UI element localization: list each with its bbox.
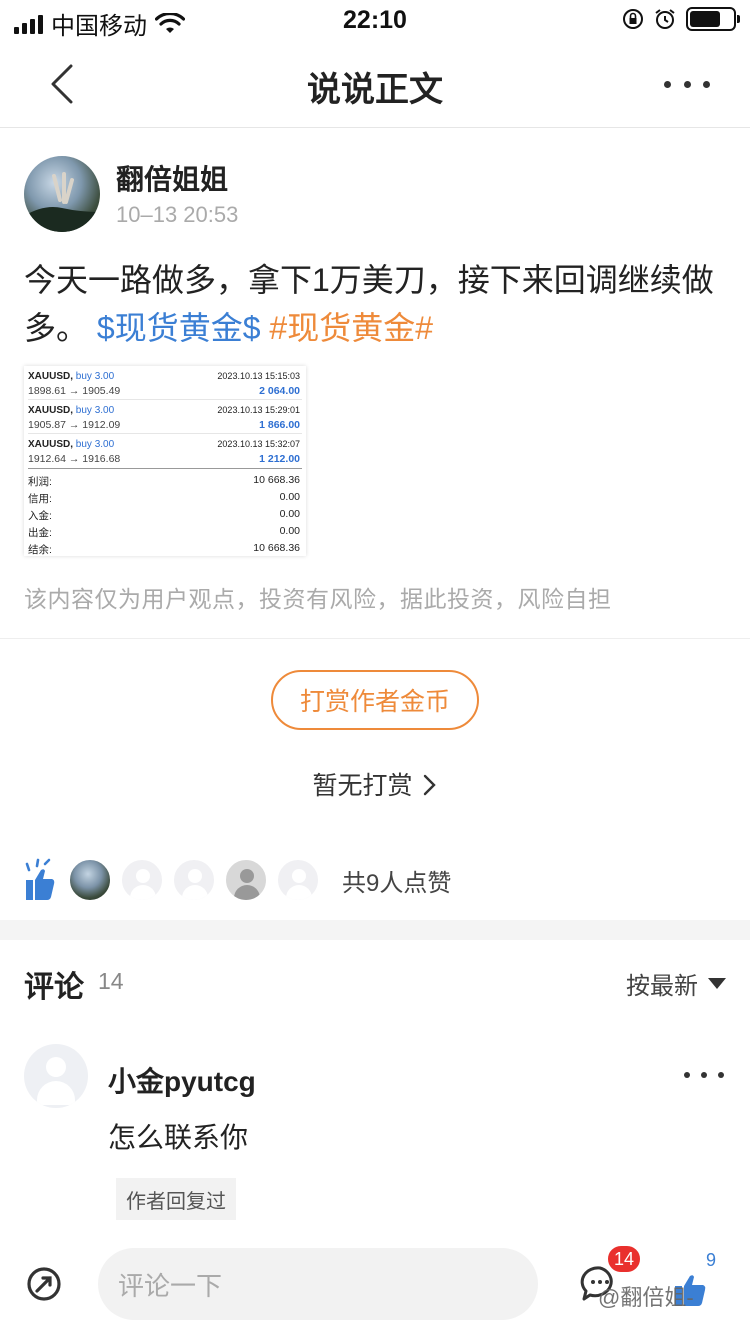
trade-prices: 1898.61 → 1905.49: [28, 385, 121, 397]
trade-summary: 利润: 10 668.36 信用: 0.00 入金: 0.00 出金: 0.00 结余:…: [28, 468, 302, 556]
summary-row: 入金: 0.00: [28, 505, 302, 522]
tip-status-link[interactable]: 暂无打赏: [0, 766, 750, 802]
post-time: 10–13 20:53: [116, 202, 239, 227]
stock-tag[interactable]: $现货黄金$: [97, 310, 261, 346]
divider: [0, 638, 750, 639]
trade-side: buy 3.00: [75, 439, 115, 450]
author-replied-badge[interactable]: 作者回复过: [116, 1178, 236, 1220]
summary-row: 结余: 10 668.36: [28, 539, 302, 556]
sort-label: 按最新: [626, 973, 698, 1000]
liker-avatar[interactable]: [68, 858, 112, 902]
comment-count-badge: 14: [606, 1244, 643, 1274]
topic-tag[interactable]: #现货黄金#: [269, 310, 433, 346]
trade-prices: 1912.64 → 1916.68: [28, 453, 121, 465]
comments-count: 14: [98, 968, 124, 994]
caret-down-icon: [708, 978, 726, 989]
tip-status-label: 暂无打赏: [312, 772, 413, 800]
trade-side: buy 3.00: [75, 405, 115, 416]
summary-value: 10 668.36: [253, 542, 300, 554]
trade-datetime: 2023.10.13 15:29:01: [217, 405, 300, 415]
comment-text: 怎么联系你: [108, 1122, 249, 1153]
trade-row: XAUUSD, buy 3.00 2023.10.13 15:15:03 189…: [28, 366, 302, 400]
trade-symbol: XAUUSD,: [28, 439, 74, 450]
author-name[interactable]: 翻倍姐姐: [116, 158, 228, 198]
likes-row[interactable]: 共9人点赞: [22, 856, 451, 904]
comment-input-placeholder: 评论一下: [118, 1270, 223, 1301]
commenter-name[interactable]: 小金pyutcg: [108, 1060, 256, 1100]
liker-avatar[interactable]: [120, 858, 164, 902]
commenter-avatar[interactable]: [24, 1044, 88, 1108]
trade-profit: 1 212.00: [259, 453, 300, 465]
summary-label: 信用:: [28, 493, 52, 505]
summary-value: 10 668.36: [253, 474, 300, 486]
watermark: @翻倍姐-: [598, 1285, 694, 1310]
liker-avatar[interactable]: [276, 858, 320, 902]
sort-dropdown[interactable]: 按最新: [626, 966, 726, 1001]
status-right: [622, 7, 740, 31]
chevron-right-icon: [424, 774, 437, 796]
trade-datetime: 2023.10.13 15:15:03: [217, 371, 300, 381]
more-dots-icon: [664, 80, 671, 88]
trade-symbol: XAUUSD,: [28, 405, 74, 416]
trade-profit: 2 064.00: [259, 385, 300, 397]
summary-value: 0.00: [279, 491, 300, 503]
page-title: 说说正文: [307, 71, 443, 109]
comments-title: 评论: [24, 971, 84, 1004]
trade-datetime: 2023.10.13 15:32:07: [217, 439, 300, 449]
section-gap: [0, 920, 750, 940]
tip-author-button[interactable]: 打赏作者金币: [271, 670, 479, 730]
liker-avatar[interactable]: [224, 858, 268, 902]
likes-count: 共9人点赞: [342, 869, 452, 897]
trade-prices: 1905.87 → 1912.09: [28, 419, 121, 431]
summary-value: 0.00: [279, 508, 300, 520]
author-avatar[interactable]: [24, 156, 100, 232]
nav-bar: 说说正文: [0, 40, 750, 128]
thumbs-up-icon: [25, 858, 55, 900]
avatar-photo: [24, 172, 100, 232]
summary-label: 入金:: [28, 510, 52, 522]
risk-disclaimer: 该内容仅为用户观点，投资有风险，据此投资，风险自担: [24, 586, 612, 612]
trade-row: XAUUSD, buy 3.00 2023.10.13 15:29:01 190…: [28, 400, 302, 434]
comment-more-button[interactable]: [684, 1072, 724, 1078]
refresh-icon[interactable]: [24, 1264, 64, 1304]
summary-row: 利润: 10 668.36: [28, 471, 302, 488]
liker-avatar[interactable]: [172, 858, 216, 902]
summary-label: 利润:: [28, 476, 52, 488]
more-button[interactable]: [664, 64, 710, 104]
alarm-icon: [655, 9, 675, 29]
trade-row: XAUUSD, buy 3.00 2023.10.13 15:32:07 191…: [28, 434, 302, 468]
summary-label: 出金:: [28, 527, 52, 539]
orientation-lock-icon: [623, 9, 643, 29]
trade-side: buy 3.00: [75, 371, 115, 382]
comment-input[interactable]: 评论一下: [98, 1248, 538, 1320]
summary-label: 结余:: [28, 544, 52, 556]
post-image[interactable]: XAUUSD, buy 3.00 2023.10.13 15:15:03 189…: [24, 366, 306, 556]
post-body: 今天一路做多，拿下1万美刀，接下来回调继续做多。 $现货黄金$ #现货黄金#: [24, 256, 730, 352]
status-bar: 中国移动 22:10: [0, 0, 750, 40]
summary-row: 出金: 0.00: [28, 522, 302, 539]
like-count: 9: [706, 1250, 717, 1270]
trade-symbol: XAUUSD,: [28, 371, 74, 382]
trade-profit: 1 866.00: [259, 419, 300, 431]
bottom-bar: 评论一下 14 9 @翻倍姐-: [0, 1240, 750, 1334]
summary-value: 0.00: [279, 525, 300, 537]
battery-icon: [686, 7, 740, 31]
summary-row: 信用: 0.00: [28, 488, 302, 505]
